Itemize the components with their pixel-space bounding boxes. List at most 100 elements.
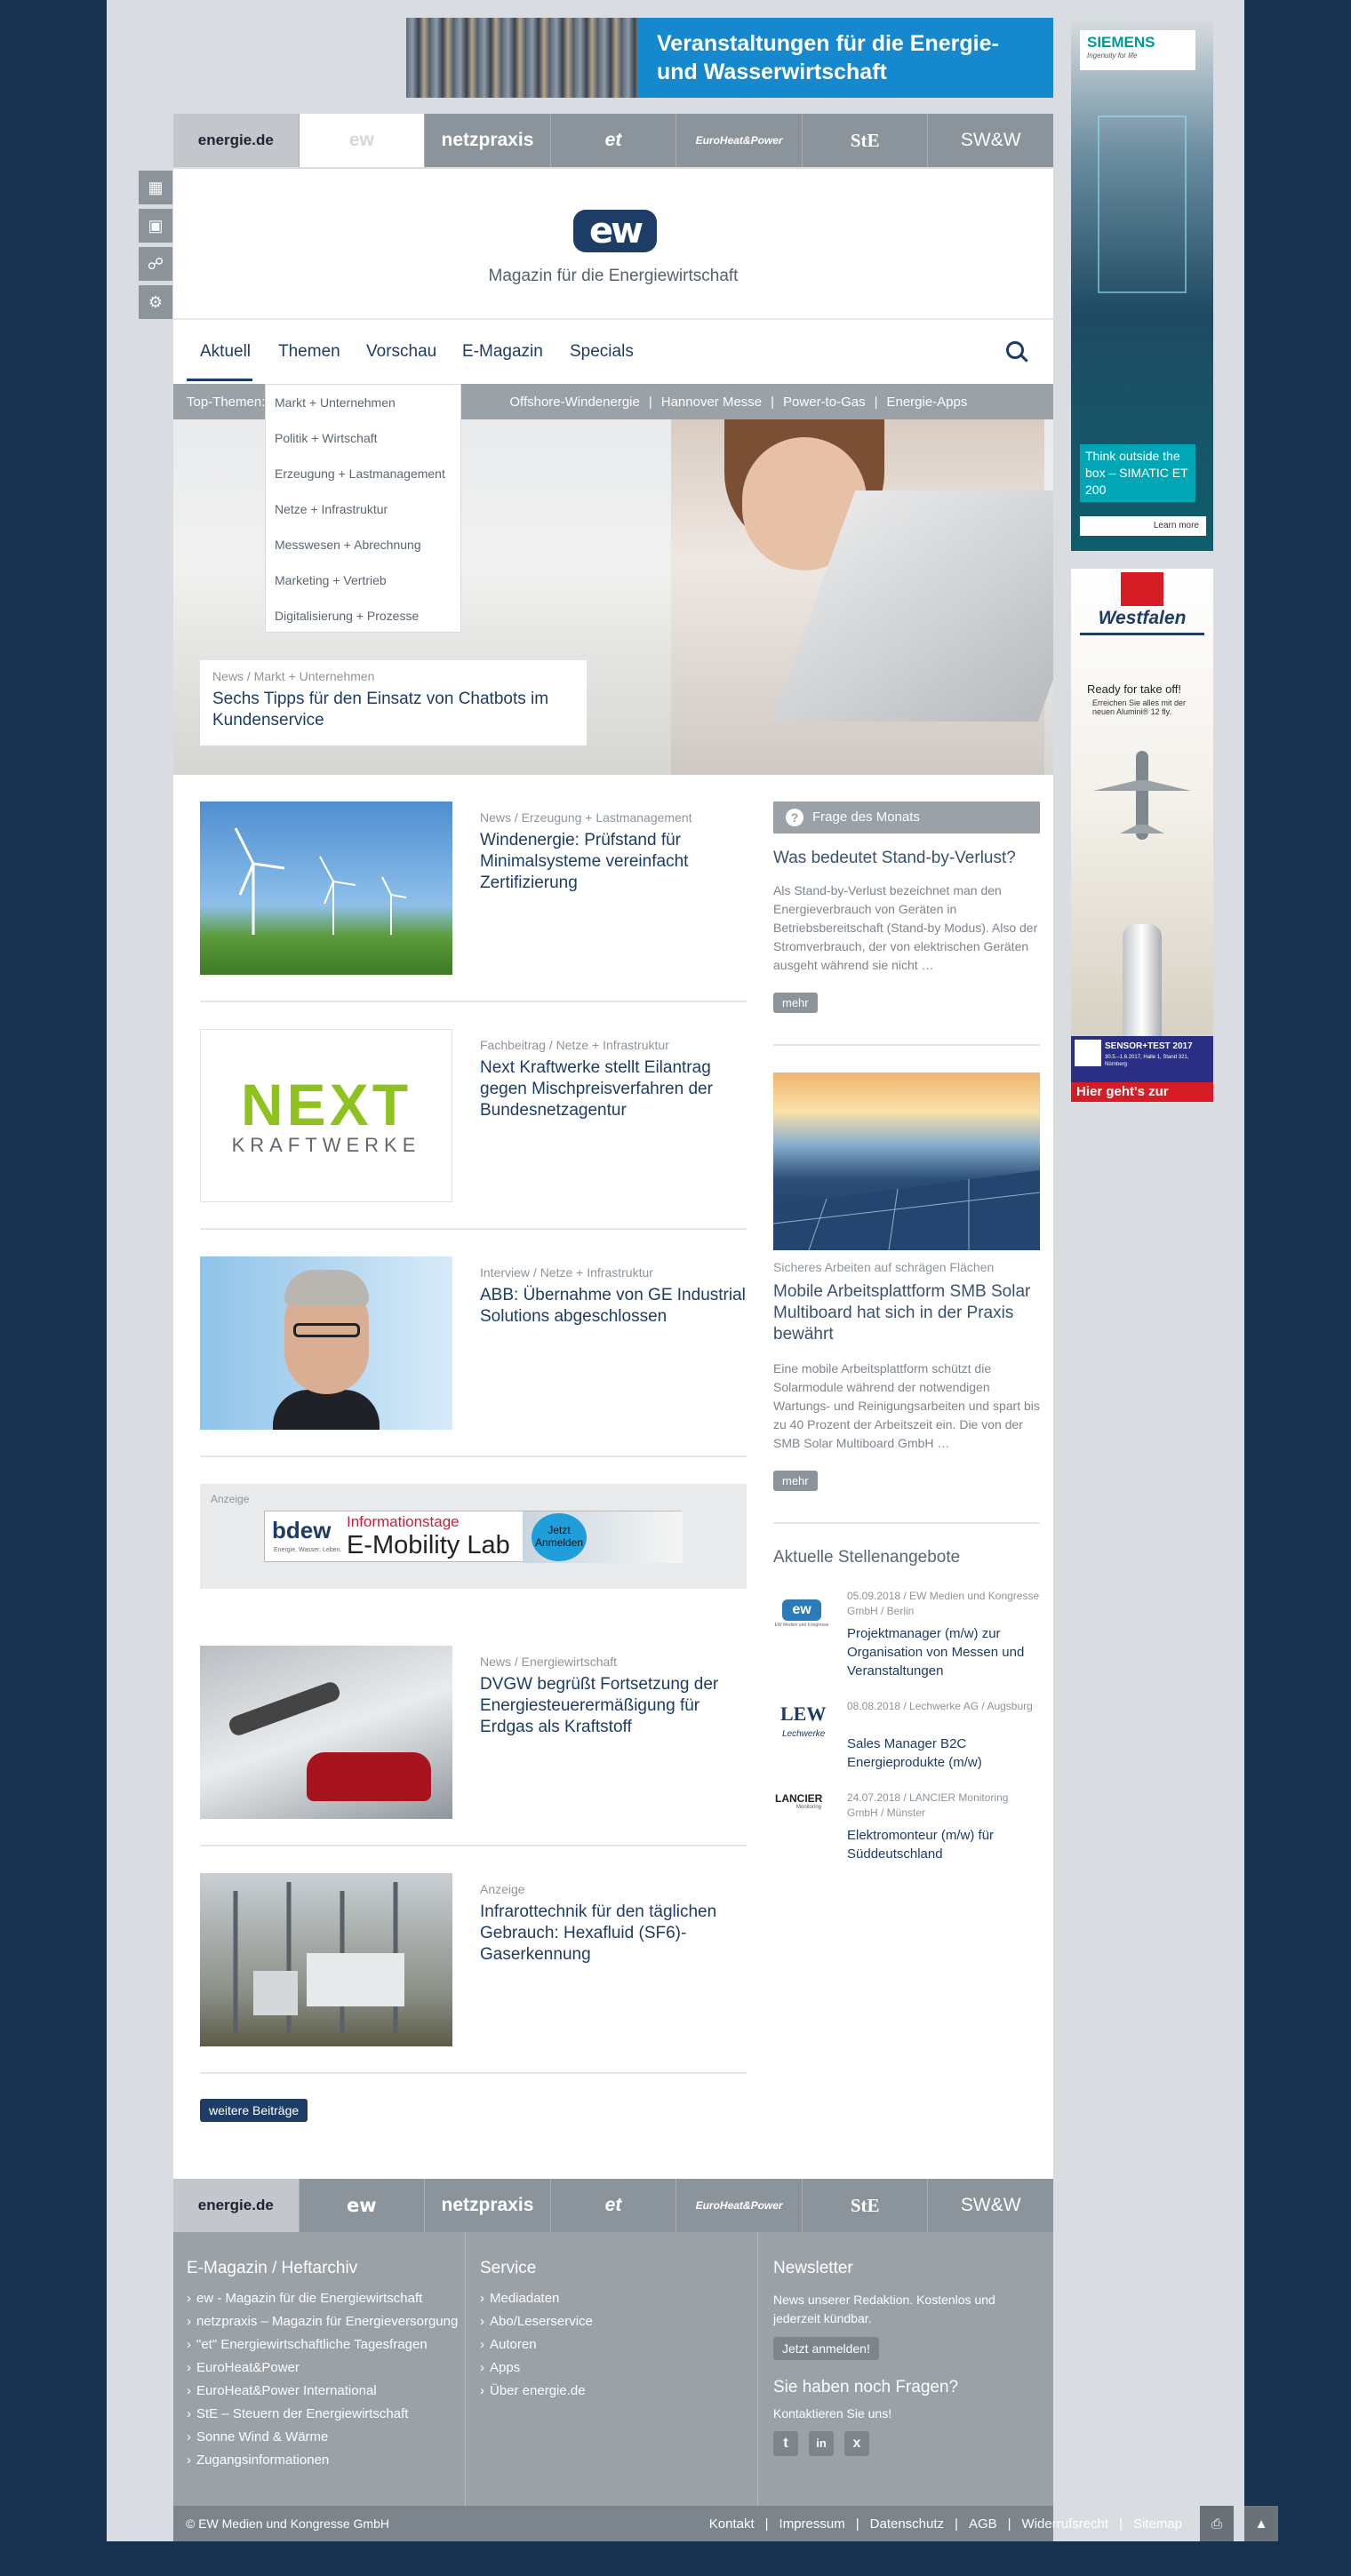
- footer-link[interactable]: Apps: [480, 2360, 593, 2383]
- footer-portal-euroheat[interactable]: EuroHeat&Power: [676, 2179, 803, 2232]
- westfalen-cta[interactable]: Hier geht's zur: [1071, 1082, 1213, 1102]
- print-icon[interactable]: ⎙: [1200, 2506, 1234, 2541]
- article-title[interactable]: Next Kraftwerke stellt Eilantrag gegen M…: [480, 1057, 747, 1121]
- article-item[interactable]: News / Erzeugung + Lastmanagement Winden…: [480, 810, 747, 894]
- question-more-button[interactable]: mehr: [773, 993, 818, 1013]
- menu-specials[interactable]: Specials: [570, 342, 634, 362]
- dropdown-item[interactable]: Messwesen + Abrechnung: [266, 527, 460, 562]
- dropdown-item[interactable]: Politik + Wirtschaft: [266, 420, 460, 456]
- menu-themen[interactable]: Themen: [278, 342, 340, 362]
- article-thumb-substation[interactable]: [200, 1873, 452, 2046]
- article-item[interactable]: News / Energiewirtschaft DVGW begrüßt Fo…: [480, 1655, 747, 1738]
- question-text: Als Stand-by-Verlust bezeichnet man den …: [773, 883, 1038, 972]
- footer-link[interactable]: "et" Energiewirtschaftliche Tagesfragen: [187, 2337, 458, 2360]
- job-title[interactable]: Projektmanager (m/w) zur Organisation vo…: [847, 1624, 1040, 1680]
- article-title[interactable]: ABB: Übernahme von GE Industrial Solutio…: [480, 1285, 747, 1328]
- menu-e-magazin[interactable]: E-Magazin: [462, 342, 543, 362]
- article-item[interactable]: Interview / Netze + Infrastruktur ABB: Ü…: [480, 1265, 747, 1328]
- car-taillight: [307, 1752, 431, 1801]
- portal-euroheat[interactable]: EuroHeat&Power: [676, 114, 803, 167]
- dropdown-item[interactable]: Markt + Unternehmen: [266, 385, 460, 420]
- briefcase-icon[interactable]: ▣: [139, 209, 172, 243]
- footer-link[interactable]: netzpraxis – Magazin für Energieversorgu…: [187, 2314, 458, 2337]
- job-title[interactable]: Elektromonteur (m/w) für Süddeutschland: [847, 1826, 1040, 1863]
- gear-icon[interactable]: ⚙: [139, 285, 172, 319]
- footer-bottom-link[interactable]: Datenschutz: [870, 2516, 944, 2532]
- article-thumb-wind[interactable]: [200, 802, 452, 975]
- job-title[interactable]: Sales Manager B2C Energieprodukte (m/w): [847, 1735, 1040, 1772]
- footer-portal-et[interactable]: et: [551, 2179, 677, 2232]
- portal-ste[interactable]: StE: [803, 114, 929, 167]
- siemens-ad[interactable]: SIEMENS Ingenuity for life Think outside…: [1071, 18, 1213, 551]
- footer-portal-energie-de[interactable]: energie.de: [173, 2179, 300, 2232]
- footer-link[interactable]: Autoren: [480, 2337, 593, 2360]
- hero-title[interactable]: Sechs Tipps für den Einsatz von Chatbots…: [212, 689, 574, 731]
- more-posts-button[interactable]: weitere Beiträge: [200, 2099, 308, 2122]
- article-title[interactable]: Infrarottechnik für den täglichen Gebrau…: [480, 1902, 747, 1966]
- xing-icon[interactable]: x: [844, 2431, 869, 2456]
- banner-image: [406, 18, 637, 98]
- ad-cta-button[interactable]: Jetzt Anmelden: [532, 1513, 587, 1561]
- top-theme-item[interactable]: Power-to-Gas: [783, 395, 866, 410]
- siemens-learn-more[interactable]: Learn more: [1080, 516, 1206, 536]
- portal-et[interactable]: et: [551, 114, 677, 167]
- next-kraftwerke-logo[interactable]: NEXT KRAFTWERKE: [200, 1029, 452, 1202]
- article-thumb-portrait[interactable]: [200, 1256, 452, 1430]
- top-theme-item[interactable]: Offshore-Windenergie: [509, 395, 639, 410]
- footer-portal-sww[interactable]: SW&W: [928, 2179, 1053, 2232]
- footer-col-divider: [757, 2232, 758, 2506]
- top-theme-item[interactable]: Hannover Messe: [661, 395, 762, 410]
- footer-link[interactable]: EuroHeat&Power International: [187, 2383, 458, 2406]
- menu-aktuell[interactable]: Aktuell: [200, 342, 251, 362]
- footer-link[interactable]: Sonne Wind & Wärme: [187, 2429, 458, 2452]
- westfalen-ad[interactable]: Westfalen Ready for take off! Erreichen …: [1071, 569, 1213, 1102]
- calendar-icon[interactable]: ▦: [139, 171, 172, 204]
- footer-link[interactable]: EuroHeat&Power: [187, 2360, 458, 2383]
- footer-bottom-link[interactable]: Kontakt: [709, 2516, 755, 2532]
- footer-bottom-link[interactable]: Widerrufsrecht: [1022, 2516, 1109, 2532]
- scroll-top-icon[interactable]: ▲: [1244, 2506, 1278, 2541]
- dropdown-item[interactable]: Erzeugung + Lastmanagement: [266, 456, 460, 491]
- top-theme-item[interactable]: Energie-Apps: [886, 395, 967, 410]
- article-title[interactable]: DVGW begrüßt Fortsetzung der Energiesteu…: [480, 1674, 747, 1738]
- footer-portal-ste[interactable]: StE: [803, 2179, 929, 2232]
- footer-link[interactable]: StE – Steuern der Energiewirtschaft: [187, 2406, 458, 2429]
- footer-link[interactable]: Über energie.de: [480, 2383, 593, 2406]
- menu-vorschau[interactable]: Vorschau: [366, 342, 436, 362]
- footer-portal-netzpraxis[interactable]: netzpraxis: [425, 2179, 551, 2232]
- article-meta: Anzeige: [480, 1882, 525, 1896]
- dropdown-item[interactable]: Digitalisierung + Prozesse: [266, 598, 460, 634]
- article-title[interactable]: Windenergie: Prüfstand für Minimalsystem…: [480, 830, 747, 894]
- footer-bottom-link[interactable]: Sitemap: [1133, 2516, 1182, 2532]
- handshake-icon[interactable]: ☍: [139, 247, 172, 281]
- ew-logo[interactable]: ew: [573, 210, 657, 252]
- question-title[interactable]: Was bedeutet Stand-by-Verlust?: [773, 848, 1040, 869]
- footer-bottom-link[interactable]: Impressum: [779, 2516, 845, 2532]
- inline-ad[interactable]: Anzeige bdew Energie. Wasser. Leben. Inf…: [200, 1484, 747, 1589]
- footer-portal-ew[interactable]: ew: [300, 2179, 426, 2232]
- portal-ew[interactable]: ew: [299, 114, 426, 167]
- bdew-ad-banner[interactable]: bdew Energie. Wasser. Leben. Information…: [264, 1511, 683, 1563]
- article-item[interactable]: Fachbeitrag / Netze + Infrastruktur Next…: [480, 1038, 747, 1121]
- footer-bottom-link[interactable]: AGB: [969, 2516, 997, 2532]
- linkedin-icon[interactable]: in: [809, 2431, 834, 2456]
- side-article-title[interactable]: Mobile Arbeitsplattform SMB Solar Multib…: [773, 1281, 1040, 1345]
- top-banner-ad[interactable]: Veranstaltungen für die Energie- und Was…: [406, 18, 1053, 98]
- portal-sww[interactable]: SW&W: [928, 114, 1053, 167]
- article-thumb-car[interactable]: [200, 1646, 452, 1819]
- footer-link[interactable]: Zugangsinformationen: [187, 2452, 458, 2476]
- portal-energie-de[interactable]: energie.de: [173, 114, 300, 167]
- portal-netzpraxis[interactable]: netzpraxis: [425, 114, 551, 167]
- twitter-icon[interactable]: t: [773, 2431, 798, 2456]
- solar-panel-image[interactable]: [773, 1073, 1040, 1250]
- footer-link[interactable]: ew - Magazin für die Energiewirtschaft: [187, 2291, 458, 2314]
- contact-link[interactable]: Kontaktieren Sie uns!: [773, 2406, 1031, 2420]
- dropdown-item[interactable]: Marketing + Vertrieb: [266, 562, 460, 598]
- footer-link[interactable]: Abo/Leserservice: [480, 2314, 593, 2337]
- article-item[interactable]: Anzeige Infrarottechnik für den tägliche…: [480, 1882, 747, 1966]
- dropdown-item[interactable]: Netze + Infrastruktur: [266, 491, 460, 527]
- newsletter-signup-button[interactable]: Jetzt anmelden!: [773, 2337, 879, 2360]
- hero-caption[interactable]: News / Markt + Unternehmen Sechs Tipps f…: [200, 660, 587, 746]
- footer-link[interactable]: Mediadaten: [480, 2291, 593, 2314]
- side-article-more-button[interactable]: mehr: [773, 1471, 818, 1491]
